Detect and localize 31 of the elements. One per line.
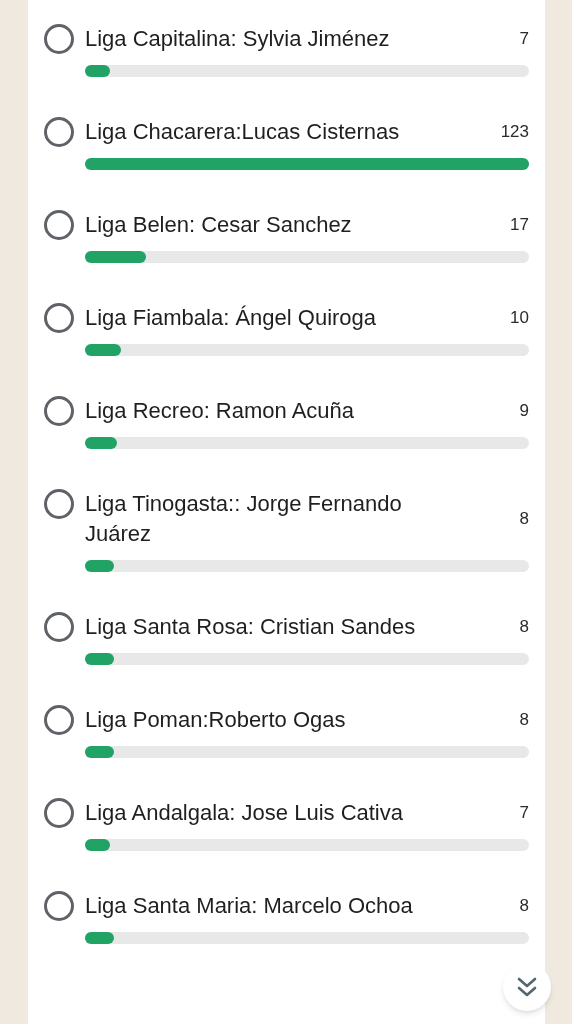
option-label: Liga Recreo: Ramon Acuña bbox=[85, 397, 355, 425]
option-label: Liga Andalgala: Jose Luis Cativa bbox=[85, 799, 403, 827]
option-label: Liga Tinogasta:: Jorge Fernando Juárez bbox=[85, 490, 403, 548]
option-label: Liga Poman:Roberto Ogas bbox=[85, 706, 346, 734]
double-chevron-down-icon bbox=[516, 975, 538, 999]
vote-count: 17 bbox=[510, 214, 529, 237]
radio-button[interactable] bbox=[44, 489, 74, 519]
radio-button[interactable] bbox=[44, 396, 74, 426]
radio-button[interactable] bbox=[44, 210, 74, 240]
option-label: Liga Capitalina: Sylvia Jiménez bbox=[85, 25, 390, 53]
vote-count: 7 bbox=[519, 802, 529, 825]
vote-count: 8 bbox=[519, 709, 529, 732]
vote-count: 10 bbox=[510, 307, 529, 330]
radio-button[interactable] bbox=[44, 891, 74, 921]
radio-button[interactable] bbox=[44, 705, 74, 735]
radio-button[interactable] bbox=[44, 303, 74, 333]
vote-count: 8 bbox=[519, 616, 529, 639]
option-label: Liga Belen: Cesar Sanchez bbox=[85, 211, 352, 239]
option-label: Liga Chacarera:Lucas Cisternas bbox=[85, 118, 400, 146]
vote-count: 9 bbox=[519, 400, 529, 423]
radio-button[interactable] bbox=[44, 798, 74, 828]
option-label: Liga Fiambala: Ángel Quiroga bbox=[85, 304, 377, 332]
radio-button[interactable] bbox=[44, 117, 74, 147]
vote-count: 123 bbox=[500, 121, 529, 144]
radio-button[interactable] bbox=[44, 612, 74, 642]
vote-count: 8 bbox=[519, 508, 529, 531]
option-label: Liga Santa Maria: Marcelo Ochoa bbox=[85, 892, 413, 920]
radio-button[interactable] bbox=[44, 24, 74, 54]
vote-count: 8 bbox=[519, 895, 529, 918]
vote-count: 7 bbox=[519, 28, 529, 51]
option-label: Liga Santa Rosa: Cristian Sandes bbox=[85, 613, 416, 641]
